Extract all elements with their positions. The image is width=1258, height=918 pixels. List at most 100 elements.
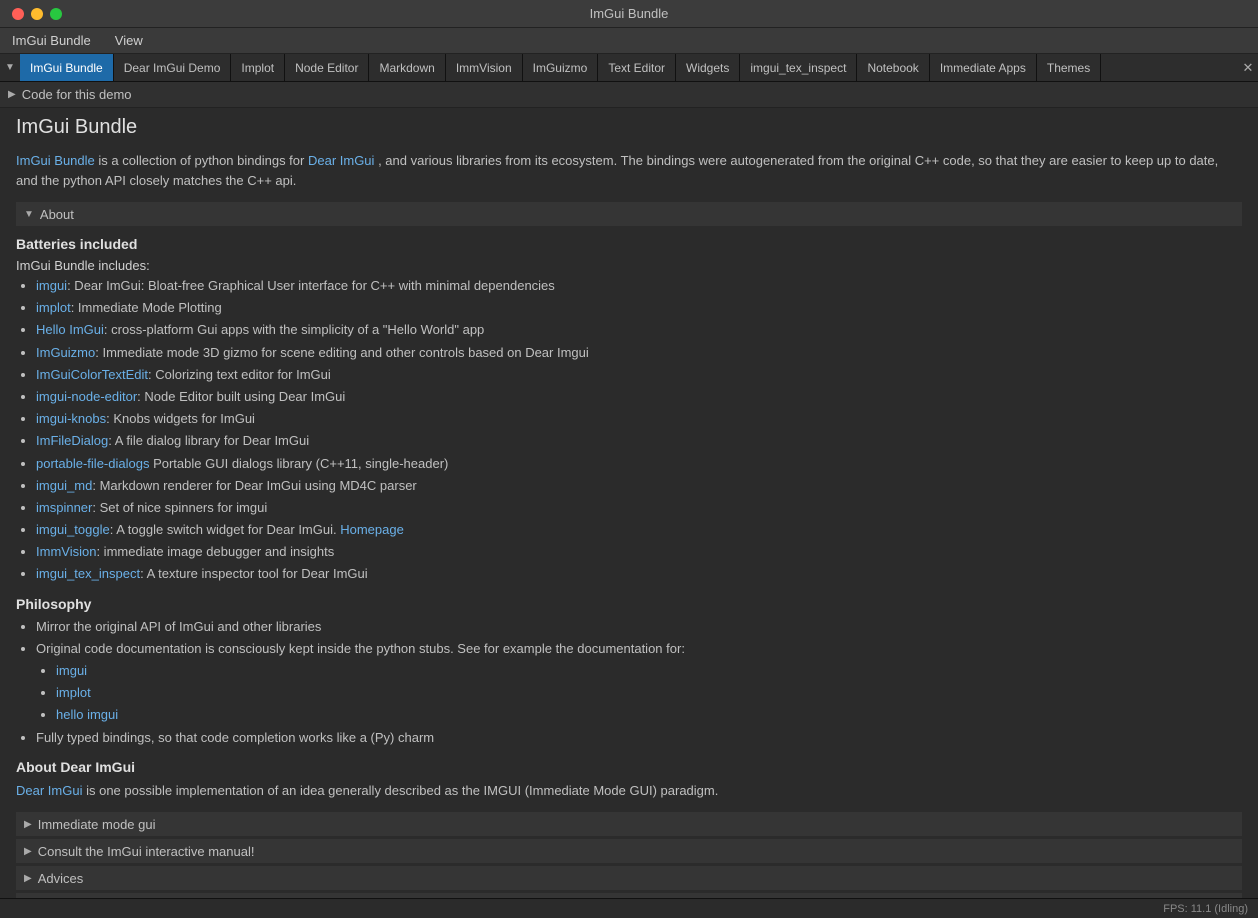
menu-item-imgui-bundle[interactable]: ImGui Bundle: [8, 31, 95, 50]
minimize-button[interactable]: [31, 8, 43, 20]
phil-text-2: Original code documentation is conscious…: [36, 641, 685, 656]
expandable-item-2[interactable]: ▶ Advices: [16, 866, 1242, 890]
link-sub-hello-imgui[interactable]: hello imgui: [56, 707, 118, 722]
window-controls: [12, 8, 62, 20]
battery-text-13: : A texture inspector tool for Dear ImGu…: [140, 566, 368, 581]
list-item: ImmVision: immediate image debugger and …: [36, 543, 1242, 561]
phil-item-1: Mirror the original API of ImGui and oth…: [36, 618, 1242, 636]
code-bar[interactable]: ▶ Code for this demo: [0, 82, 1258, 108]
tab-widgets[interactable]: Widgets: [676, 54, 740, 81]
philosophy-heading: Philosophy: [16, 596, 1242, 612]
tab-imguizmo[interactable]: ImGuizmo: [523, 54, 599, 81]
battery-text-11: : A toggle switch widget for Dear ImGui.: [110, 522, 341, 537]
list-item: portable-file-dialogs Portable GUI dialo…: [36, 455, 1242, 473]
battery-text-9: : Markdown renderer for Dear ImGui using…: [92, 478, 416, 493]
link-dear-imgui-2[interactable]: Dear ImGui: [16, 783, 82, 798]
tab-notebook[interactable]: Notebook: [857, 54, 929, 81]
link-imgui-node-editor[interactable]: imgui-node-editor: [36, 389, 137, 404]
tab-implot[interactable]: Implot: [231, 54, 285, 81]
tab-immediate-apps[interactable]: Immediate Apps: [930, 54, 1037, 81]
battery-text-4: : Colorizing text editor for ImGui: [148, 367, 331, 382]
batteries-list: imgui: Dear ImGui: Bloat-free Graphical …: [16, 277, 1242, 584]
about-dear-text: is one possible implementation of an ide…: [86, 783, 718, 798]
tab-node-editor[interactable]: Node Editor: [285, 54, 369, 81]
about-arrow-icon: ▼: [24, 209, 34, 220]
about-dear-heading: About Dear ImGui: [16, 759, 1242, 775]
phil-sublist: imgui implot hello imgui: [36, 662, 1242, 725]
phil-sub-item-hello: hello imgui: [56, 706, 1242, 724]
link-imgui-tex-inspect[interactable]: imgui_tex_inspect: [36, 566, 140, 581]
exp-label-0: Immediate mode gui: [38, 817, 156, 832]
link-hello-imgui[interactable]: Hello ImGui: [36, 322, 104, 337]
philosophy-list: Mirror the original API of ImGui and oth…: [16, 618, 1242, 747]
battery-text-6: : Knobs widgets for ImGui: [106, 411, 255, 426]
code-bar-label: Code for this demo: [22, 87, 132, 102]
expandable-item-1[interactable]: ▶ Consult the ImGui interactive manual!: [16, 839, 1242, 863]
description-paragraph: ImGui Bundle is a collection of python b…: [16, 151, 1242, 190]
exp-arrow-icon-1: ▶: [24, 846, 32, 857]
batteries-section: Batteries included ImGui Bundle includes…: [16, 236, 1242, 584]
tab-imgui-bundle[interactable]: ImGui Bundle: [20, 54, 114, 81]
list-item: imgui: Dear ImGui: Bloat-free Graphical …: [36, 277, 1242, 295]
link-dear-imgui[interactable]: Dear ImGui: [308, 153, 374, 168]
exp-label-1: Consult the ImGui interactive manual!: [38, 844, 255, 859]
link-imgui[interactable]: imgui: [36, 278, 67, 293]
tab-scroll-left[interactable]: ▼: [0, 54, 20, 81]
link-sub-imgui[interactable]: imgui: [56, 663, 87, 678]
link-imgui-toggle[interactable]: imgui_toggle: [36, 522, 110, 537]
link-imgui-knobs[interactable]: imgui-knobs: [36, 411, 106, 426]
about-dear-section: About Dear ImGui Dear ImGui is one possi…: [16, 759, 1242, 801]
tab-markdown[interactable]: Markdown: [369, 54, 445, 81]
philosophy-section: Philosophy Mirror the original API of Im…: [16, 596, 1242, 747]
battery-text-3: : Immediate mode 3D gizmo for scene edit…: [95, 345, 589, 360]
title-bar: ImGui Bundle: [0, 0, 1258, 28]
phil-item-2: Original code documentation is conscious…: [36, 640, 1242, 725]
link-implot[interactable]: implot: [36, 300, 71, 315]
tab-text-editor[interactable]: Text Editor: [598, 54, 676, 81]
list-item: imspinner: Set of nice spinners for imgu…: [36, 499, 1242, 517]
about-collapsible[interactable]: ▼ About: [16, 202, 1242, 226]
link-imguicolortextedit[interactable]: ImGuiColorTextEdit: [36, 367, 148, 382]
menu-item-view[interactable]: View: [111, 31, 147, 50]
battery-text-5: : Node Editor built using Dear ImGui: [137, 389, 345, 404]
link-imfiledialog[interactable]: ImFileDialog: [36, 433, 108, 448]
about-dear-description: Dear ImGui is one possible implementatio…: [16, 781, 1242, 801]
tab-themes[interactable]: Themes: [1037, 54, 1101, 81]
close-button[interactable]: [12, 8, 24, 20]
link-imgui-md[interactable]: imgui_md: [36, 478, 92, 493]
maximize-button[interactable]: [50, 8, 62, 20]
tab-imgui-tex-inspect[interactable]: imgui_tex_inspect: [740, 54, 857, 81]
tab-immvision[interactable]: ImmVision: [446, 54, 523, 81]
expandable-item-0[interactable]: ▶ Immediate mode gui: [16, 812, 1242, 836]
link-immvision[interactable]: ImmVision: [36, 544, 96, 559]
about-label: About: [40, 207, 74, 222]
link-imguizmo[interactable]: ImGuizmo: [36, 345, 95, 360]
menu-bar: ImGui Bundle View: [0, 28, 1258, 54]
battery-text-8: Portable GUI dialogs library (C++11, sin…: [149, 456, 448, 471]
main-content: ImGui Bundle ImGui Bundle is a collectio…: [0, 108, 1258, 898]
link-imgui-bundle[interactable]: ImGui Bundle: [16, 153, 95, 168]
tab-dear-imgui-demo[interactable]: Dear ImGui Demo: [114, 54, 232, 81]
batteries-heading: Batteries included: [16, 236, 1242, 252]
window-title: ImGui Bundle: [590, 6, 669, 21]
list-item: imgui-node-editor: Node Editor built usi…: [36, 388, 1242, 406]
link-sub-implot[interactable]: implot: [56, 685, 91, 700]
status-bar: FPS: 11.1 (Idling): [0, 898, 1258, 918]
battery-text-1: : Immediate Mode Plotting: [71, 300, 222, 315]
phil-sub-item-imgui: imgui: [56, 662, 1242, 680]
exp-label-2: Advices: [38, 871, 84, 886]
link-imspinner[interactable]: imspinner: [36, 500, 92, 515]
battery-text-2: : cross-platform Gui apps with the simpl…: [104, 322, 484, 337]
exp-arrow-icon-0: ▶: [24, 819, 32, 830]
battery-text-0: : Dear ImGui: Bloat-free Graphical User …: [67, 278, 555, 293]
batteries-subheading: ImGui Bundle includes:: [16, 258, 1242, 273]
list-item: imgui-knobs: Knobs widgets for ImGui: [36, 410, 1242, 428]
link-portable-file-dialogs[interactable]: portable-file-dialogs: [36, 456, 149, 471]
battery-text-10: : Set of nice spinners for imgui: [92, 500, 267, 515]
desc-text-1: is a collection of python bindings for: [98, 153, 308, 168]
close-all-tabs-button[interactable]: ✕: [1238, 54, 1258, 81]
fps-display: FPS: 11.1 (Idling): [1163, 903, 1248, 915]
link-homepage[interactable]: Homepage: [340, 522, 404, 537]
exp-arrow-icon-2: ▶: [24, 873, 32, 884]
list-item: ImGuiColorTextEdit: Colorizing text edit…: [36, 366, 1242, 384]
